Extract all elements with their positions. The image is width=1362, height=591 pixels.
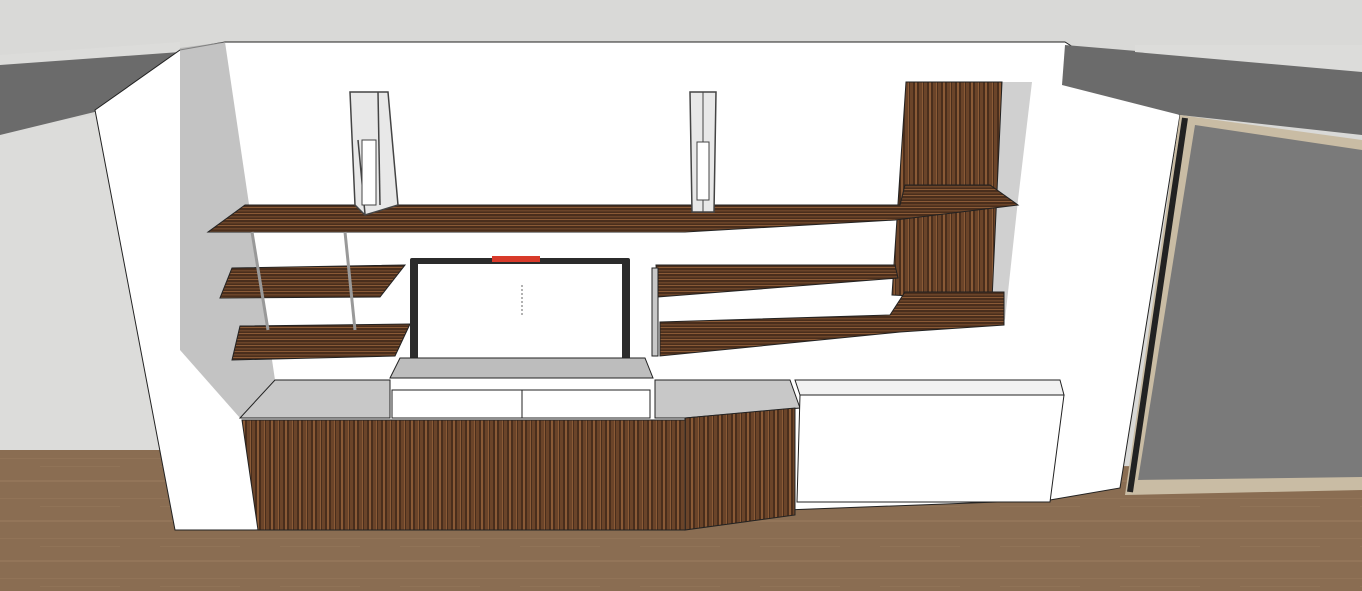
lamp-right [689, 91, 717, 213]
scene-viewport [0, 0, 1362, 591]
tv-stand [389, 357, 654, 379]
white-cabinet-front [796, 394, 1065, 503]
tv [410, 256, 630, 366]
lower-cabinet-angled [684, 407, 796, 531]
white-cabinet-top [794, 379, 1065, 396]
lower-cabinet-front [241, 419, 686, 531]
shelf-right-support [651, 267, 659, 357]
drawer-left [391, 389, 523, 419]
shelf-left-lower [231, 323, 411, 361]
shelf-left-upper [219, 264, 407, 299]
drawer-right [521, 389, 651, 419]
